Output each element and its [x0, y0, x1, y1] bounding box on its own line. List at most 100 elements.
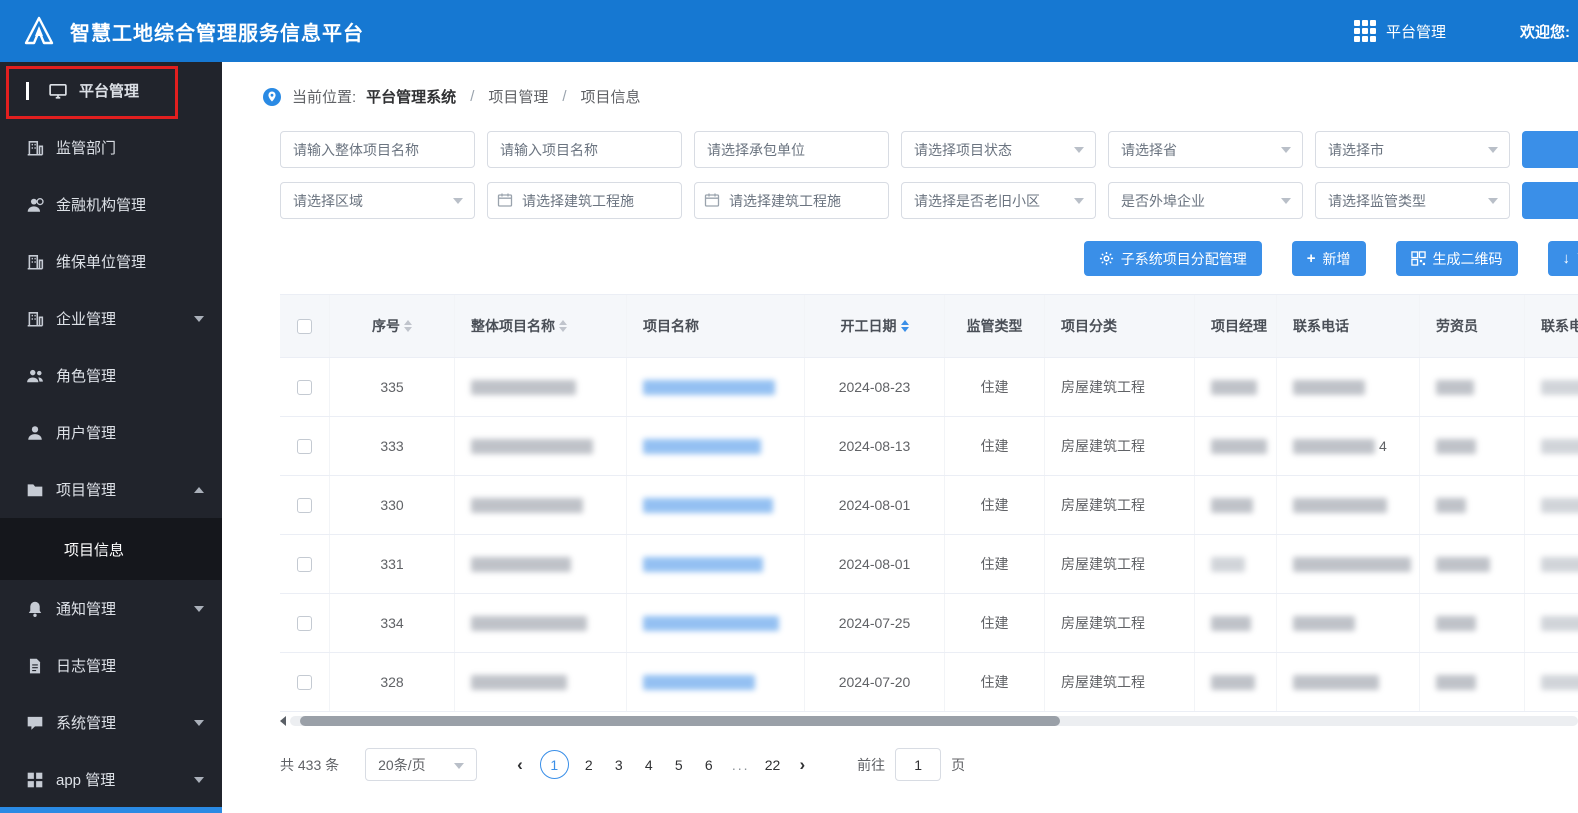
page-button-1[interactable]: 1 — [539, 750, 569, 779]
sidebar-item-platform[interactable]: 平台管理 — [0, 62, 222, 119]
sidebar-item-logs[interactable]: 日志管理 — [0, 637, 222, 694]
cell-project-name-link-redacted[interactable] — [627, 653, 805, 711]
province-input[interactable] — [1108, 131, 1303, 168]
download-button[interactable]: ↓ 下载 — [1547, 241, 1578, 276]
supervision-type-input[interactable] — [1315, 182, 1510, 219]
goto-page: 前往 页 — [857, 748, 965, 781]
page-button-4[interactable]: 4 — [634, 751, 664, 779]
contractor-input[interactable] — [694, 131, 889, 168]
cell-labor-redacted — [1420, 417, 1525, 475]
table-row[interactable]: 330 2024-08-01 住建 房屋建筑工程 — [280, 476, 1578, 535]
breadcrumb-root[interactable]: 平台管理系统 — [366, 86, 456, 107]
folder-icon — [26, 481, 44, 499]
projects-table: 序号 整体项目名称 项目名称 开工日期 监管类型 项目分类 项目经理 联系电话 … — [280, 294, 1578, 712]
subsystem-assign-button[interactable]: 子系统项目分配管理 — [1083, 241, 1262, 276]
sidebar-item-system[interactable]: 系统管理 — [0, 694, 222, 751]
apps-grid-icon[interactable] — [1353, 20, 1376, 42]
scroll-left-icon[interactable] — [280, 716, 286, 726]
page-size-select[interactable]: 20条/页 — [365, 748, 478, 781]
sort-icon-active[interactable] — [900, 320, 909, 332]
prev-page-button[interactable]: ‹ — [505, 755, 535, 775]
col-supervision-type: 监管类型 — [945, 295, 1045, 357]
page-button-6[interactable]: 6 — [694, 751, 724, 779]
project-name-input[interactable] — [487, 131, 682, 168]
cell-project-name-link-redacted[interactable] — [627, 535, 805, 593]
cell-project-name-link-redacted[interactable] — [627, 358, 805, 416]
build-date-start-input[interactable] — [487, 182, 682, 219]
col-start-date[interactable]: 开工日期 — [805, 295, 945, 357]
city-select[interactable] — [1315, 131, 1510, 168]
row-checkbox[interactable] — [297, 497, 312, 513]
table-row[interactable]: 328 2024-07-20 住建 房屋建筑工程 — [280, 653, 1578, 712]
breadcrumb-separator: / — [562, 88, 567, 105]
sidebar-item-finance[interactable]: 金融机构管理 — [0, 176, 222, 233]
pages-ellipsis[interactable]: ... — [724, 757, 758, 773]
page-button-2[interactable]: 2 — [574, 751, 604, 779]
breadcrumb-level1[interactable]: 项目管理 — [488, 86, 548, 107]
row-checkbox[interactable] — [297, 615, 312, 631]
build-date-end-picker[interactable] — [694, 182, 889, 219]
chevron-down-icon — [1281, 147, 1291, 153]
table-row[interactable]: 331 2024-08-01 住建 房屋建筑工程 — [280, 535, 1578, 594]
sort-icon[interactable] — [404, 320, 412, 332]
topbar-platform-link[interactable]: 平台管理 — [1386, 21, 1446, 42]
table-row[interactable]: 334 2024-07-25 住建 房屋建筑工程 — [280, 594, 1578, 653]
generate-qrcode-button[interactable]: 生成二维码 — [1395, 241, 1518, 276]
cell-phone2-redacted — [1525, 535, 1578, 593]
col-seq[interactable]: 序号 — [330, 295, 455, 357]
project-status-select[interactable] — [901, 131, 1096, 168]
city-input[interactable] — [1315, 131, 1510, 168]
build-date-end-input[interactable] — [694, 182, 889, 219]
add-button[interactable]: + 新增 — [1291, 241, 1366, 276]
row-checkbox[interactable] — [297, 379, 312, 395]
row-checkbox[interactable] — [297, 556, 312, 572]
overall-project-name-input[interactable] — [280, 131, 475, 168]
region-select[interactable] — [280, 182, 475, 219]
table-row[interactable]: 333 2024-08-13 住建 房屋建筑工程 4 — [280, 417, 1578, 476]
sidebar-item-projects[interactable]: 项目管理 — [0, 461, 222, 518]
search-button[interactable] — [1522, 131, 1578, 168]
page-button-5[interactable]: 5 — [664, 751, 694, 779]
cell-project-name-link-redacted[interactable] — [627, 594, 805, 652]
chat-icon — [26, 714, 44, 732]
chevron-down-icon — [454, 763, 465, 769]
supervision-type-select[interactable] — [1315, 182, 1510, 219]
sidebar-item-maintenance[interactable]: 维保单位管理 — [0, 233, 222, 290]
sidebar-item-supervision-dept[interactable]: 监管部门 — [0, 119, 222, 176]
region-input[interactable] — [280, 182, 475, 219]
project-status-input[interactable] — [901, 131, 1096, 168]
cell-project-name-link-redacted[interactable] — [627, 476, 805, 534]
page-button-3[interactable]: 3 — [604, 751, 634, 779]
old-community-select[interactable] — [901, 182, 1096, 219]
province-select[interactable] — [1108, 131, 1303, 168]
select-all-checkbox[interactable] — [297, 318, 312, 334]
cell-seq: 333 — [330, 417, 455, 475]
sort-icon[interactable] — [559, 320, 567, 332]
hscroll-thumb[interactable] — [300, 716, 1060, 726]
goto-page-input[interactable] — [895, 748, 942, 781]
hscroll-track[interactable] — [290, 716, 1578, 726]
cell-manager-redacted — [1195, 417, 1277, 475]
col-overall-name[interactable]: 整体项目名称 — [455, 295, 627, 357]
cell-seq: 328 — [330, 653, 455, 711]
sidebar-item-app[interactable]: app 管理 — [0, 751, 222, 808]
external-enterprise-input[interactable] — [1108, 182, 1303, 219]
external-enterprise-select[interactable] — [1108, 182, 1303, 219]
reset-button[interactable] — [1522, 182, 1578, 219]
finance-icon — [26, 196, 44, 214]
old-community-input[interactable] — [901, 182, 1096, 219]
row-checkbox[interactable] — [297, 438, 312, 454]
row-checkbox[interactable] — [297, 674, 312, 690]
sidebar-subitem-project-info[interactable]: 项目信息 — [0, 518, 222, 580]
sidebar-item-users[interactable]: 用户管理 — [0, 404, 222, 461]
cell-phone-redacted — [1277, 358, 1420, 416]
sidebar-item-notices[interactable]: 通知管理 — [0, 580, 222, 637]
build-date-start-picker[interactable] — [487, 182, 682, 219]
cell-project-name-link-redacted[interactable] — [627, 417, 805, 475]
table-row[interactable]: 335 2024-08-23 住建 房屋建筑工程 — [280, 358, 1578, 417]
page-button-22[interactable]: 22 — [757, 751, 787, 779]
breadcrumb-level2[interactable]: 项目信息 — [581, 86, 641, 107]
sidebar-item-roles[interactable]: 角色管理 — [0, 347, 222, 404]
sidebar-item-enterprise[interactable]: 企业管理 — [0, 290, 222, 347]
next-page-button[interactable]: › — [787, 755, 817, 775]
